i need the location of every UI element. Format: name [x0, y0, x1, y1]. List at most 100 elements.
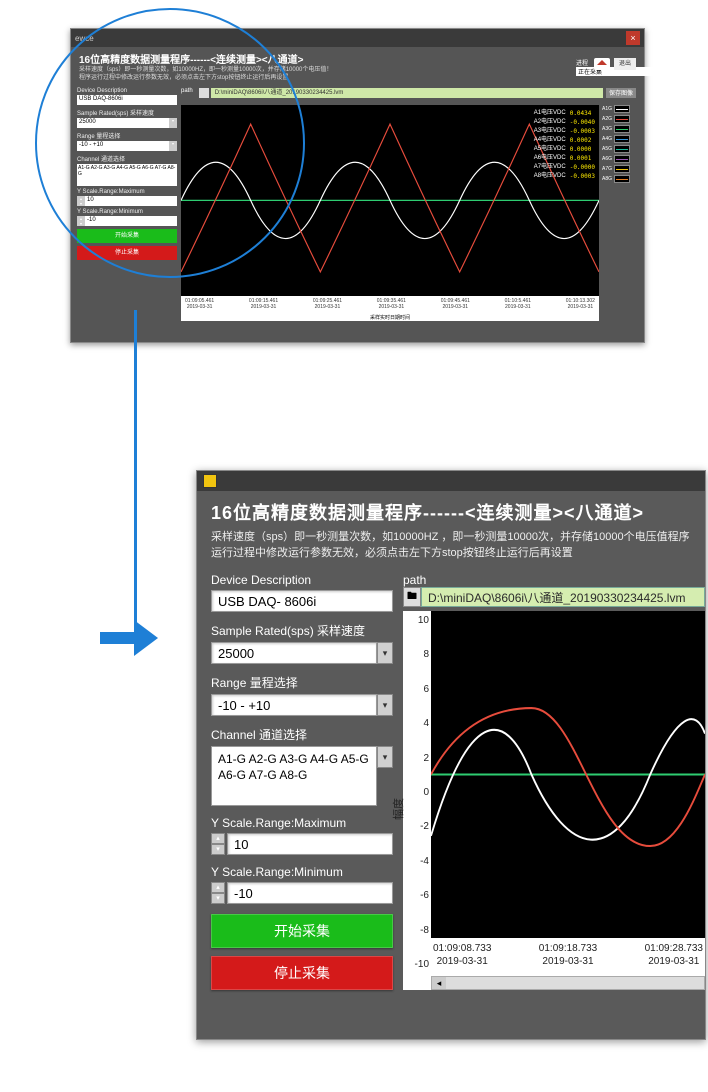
legend-swatch — [614, 165, 630, 173]
rate-label: Sample Rated(sps) 采样速度 — [77, 108, 177, 117]
y-tick: 6 — [403, 684, 429, 695]
legend-label: A6G — [602, 156, 612, 162]
readout-value: -0.0003 — [570, 172, 595, 181]
ymin-input[interactable]: -10 — [227, 882, 393, 904]
range-input[interactable]: -10 - +10 — [211, 694, 377, 716]
x-tick: 01:09:15.4612019-03-31 — [249, 298, 278, 314]
readout-name: A5电压VDC — [534, 145, 566, 154]
readout-name: A8电压VDC — [534, 172, 566, 181]
rate-input[interactable]: 25000 — [211, 642, 377, 664]
x-tick: 01:09:08.7332019-03-31 — [433, 942, 491, 976]
legend-swatch — [614, 145, 630, 153]
x-tick: 01:09:35.4612019-03-31 — [377, 298, 406, 314]
start-button[interactable]: 开始采集 — [77, 229, 177, 243]
legend-label: A8G — [602, 176, 612, 182]
legend-item[interactable]: A5G — [602, 145, 638, 153]
device-input[interactable]: USB DAQ- 8606i — [211, 590, 393, 612]
legend-label: A3G — [602, 126, 612, 132]
chevron-down-icon[interactable]: ▾ — [377, 694, 393, 716]
plot-area: A1电压VDC0.0434A2电压VDC-0.0040A3电压VDC-0.000… — [181, 105, 599, 296]
chevron-up-icon[interactable]: ▴ — [211, 882, 225, 893]
readout-name: A2电压VDC — [534, 118, 566, 127]
home-icon[interactable] — [594, 58, 610, 70]
legend-item[interactable]: A7G — [602, 165, 638, 173]
top-window: ewce × 16位高精度数据测量程序------<连续测量><八通道> 采样速… — [70, 28, 645, 343]
range-label: Range 量程选择 — [77, 131, 177, 140]
readout-row: A3电压VDC-0.0003 — [534, 127, 595, 136]
x-tick: 01:09:45.4612019-03-31 — [441, 298, 470, 314]
scroll-left-icon[interactable]: ◂ — [432, 977, 446, 989]
device-input[interactable]: USB DAQ-8606i — [77, 95, 177, 105]
path-value[interactable]: D:\miniDAQ\8606i\八通道_20190330234425.lvm — [421, 587, 705, 607]
legend-item[interactable]: A6G — [602, 155, 638, 163]
legend-item[interactable]: A8G — [602, 175, 638, 183]
x-tick: 01:09:05.4612019-03-31 — [185, 298, 214, 314]
y-tick: 4 — [403, 718, 429, 729]
legend: A1G A2G A3G A4G A5G A6G A7G A8G — [602, 105, 638, 321]
chevron-down-icon[interactable]: ▾ — [77, 201, 85, 206]
app-title: 16位高精度数据测量程序------<连续测量><八通道> — [79, 51, 636, 66]
channel-label: Channel 通道选择 — [77, 154, 177, 163]
legend-label: A1G — [602, 106, 612, 112]
chevron-down-icon[interactable]: ▾ — [377, 746, 393, 768]
start-button[interactable]: 开始采集 — [211, 914, 393, 948]
chevron-down-icon[interactable]: ▾ — [169, 141, 177, 151]
chevron-down-icon[interactable]: ▾ — [377, 642, 393, 664]
legend-item[interactable]: A4G — [602, 135, 638, 143]
channel-label: Channel 通道选择 — [211, 726, 393, 743]
path-label: path — [403, 573, 705, 587]
legend-label: A5G — [602, 146, 612, 152]
app-sub2: 程序运行过程中修改运行参数无效，必须点击左下方stop按钮终止运行后再设置 — [79, 74, 636, 82]
channel-input[interactable]: A1-G A2-G A3-G A4-G A5-G A6-G A7-G A8-G — [77, 164, 177, 186]
rate-input[interactable]: 25000 — [77, 118, 169, 128]
y-tick: -4 — [403, 856, 429, 867]
x-tick: 01:09:28.7332019-03-31 — [645, 942, 703, 976]
ymax-input[interactable]: 10 — [85, 196, 177, 206]
app-sub1: 采样速度（sps）即一秒测量次数，如10000HZ，即一秒测量10000次，并存… — [79, 66, 636, 74]
chevron-up-icon[interactable]: ▴ — [211, 833, 225, 844]
chevron-down-icon[interactable]: ▾ — [77, 221, 85, 226]
readout-row: A2电压VDC-0.0040 — [534, 118, 595, 127]
readout-name: A6电压VDC — [534, 154, 566, 163]
readout-name: A4电压VDC — [534, 136, 566, 145]
save-image-button[interactable]: 保存图像 — [606, 88, 636, 98]
channel-input[interactable]: A1-G A2-G A3-G A4-G A5-G A6-G A7-G A8-G — [211, 746, 377, 806]
legend-item[interactable]: A2G — [602, 115, 638, 123]
legend-item[interactable]: A1G — [602, 105, 638, 113]
x-tick: 01:10:5.4612019-03-31 — [505, 298, 531, 314]
y-axis-label: 幅度 — [390, 798, 406, 820]
stop-button[interactable]: 停止采集 — [77, 246, 177, 260]
legend-item[interactable]: A3G — [602, 125, 638, 133]
readout-value: 0.0000 — [570, 145, 592, 154]
chevron-down-icon[interactable]: ▾ — [211, 844, 225, 855]
range-input[interactable]: -10 - +10 — [77, 141, 169, 151]
horizontal-scrollbar[interactable]: ◂ — [431, 976, 705, 990]
legend-swatch — [614, 125, 630, 133]
readout-value: -0.0003 — [570, 127, 595, 136]
ymin-input[interactable]: -10 — [85, 216, 177, 226]
x-tick: 01:10:13.3022019-03-31 — [566, 298, 595, 314]
readout-name: A1电压VDC — [534, 109, 566, 118]
readout-name: A7电压VDC — [534, 163, 566, 172]
folder-icon[interactable] — [199, 88, 209, 98]
close-icon[interactable]: × — [626, 31, 640, 45]
x-axis: 01:09:08.7332019-03-3101:09:18.7332019-0… — [431, 938, 705, 976]
ymax-input[interactable]: 10 — [227, 833, 393, 855]
chevron-down-icon[interactable]: ▾ — [211, 893, 225, 904]
y-tick: 0 — [403, 787, 429, 798]
stop-button[interactable]: 停止采集 — [211, 956, 393, 990]
readout-value: 0.0002 — [570, 136, 592, 145]
folder-icon[interactable]: 🖿 — [403, 587, 421, 607]
y-tick: 8 — [403, 649, 429, 660]
path-value[interactable]: D:\miniDAQ\8606i\八通道_20190330234425.lvm — [211, 88, 603, 98]
path-label: path — [181, 88, 193, 100]
readout-row: A8电压VDC -0.0003 — [534, 172, 595, 181]
exit-button[interactable]: 退出 — [614, 58, 636, 70]
ymin-label: Y Scale.Range:Minimum — [77, 209, 177, 215]
y-tick: 2 — [403, 753, 429, 764]
arrow-line — [134, 310, 137, 630]
readout-row: A5电压VDC 0.0000 — [534, 145, 595, 154]
titlebar — [197, 471, 705, 491]
readout-row: A7电压VDC-0.0000 — [534, 163, 595, 172]
chevron-down-icon[interactable]: ▾ — [169, 118, 177, 128]
